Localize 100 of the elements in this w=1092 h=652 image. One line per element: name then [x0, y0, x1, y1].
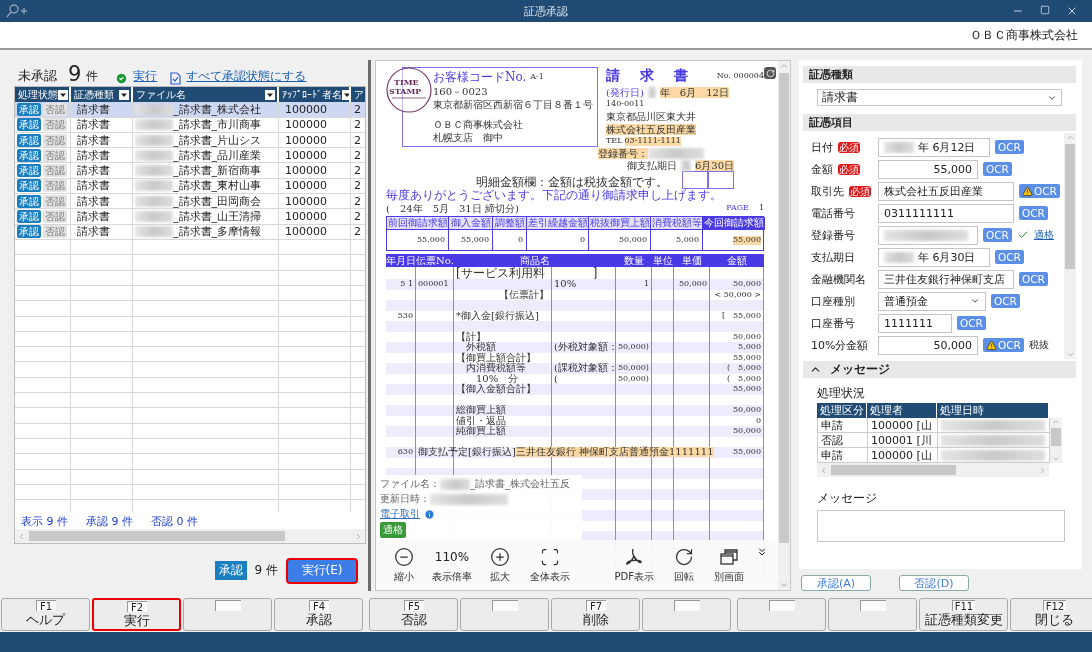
blurred-text	[135, 180, 173, 192]
input-field[interactable]: 年 6月12日	[878, 137, 990, 157]
select-field[interactable]: 請求書	[817, 89, 1062, 106]
input-field[interactable]: 株式会社五反田産業	[878, 181, 1014, 201]
status-toggle[interactable]: 承認	[17, 148, 41, 162]
scrollbar-thumb[interactable]	[29, 531, 286, 541]
scrollbar-thumb[interactable]	[1065, 144, 1075, 269]
status-toggle[interactable]: 承認	[17, 133, 41, 147]
status-toggle[interactable]: 承認	[17, 194, 41, 208]
input-field[interactable]	[878, 225, 978, 245]
run-link[interactable]: 実行	[133, 68, 158, 85]
summary-value: 55,000	[461, 235, 489, 245]
zoom-out-button[interactable]: 縮小	[386, 546, 422, 584]
message-section-header[interactable]: メッセージ	[803, 361, 1076, 378]
column-header[interactable]: ア	[351, 87, 365, 103]
function-key[interactable]	[460, 598, 549, 631]
function-key[interactable]: F2 実行	[92, 598, 181, 631]
verified-link[interactable]: 適格	[1033, 228, 1054, 242]
function-key[interactable]: F5 否認	[369, 598, 458, 631]
column-header[interactable]: ファイル名	[133, 87, 279, 103]
scroll-left-icon[interactable]	[819, 465, 828, 475]
rotate-button[interactable]: 回転	[666, 546, 702, 584]
invoice-text: 55,000	[733, 448, 761, 457]
table-cell: 申請	[818, 418, 868, 433]
scroll-right-icon[interactable]	[1038, 465, 1047, 475]
message-label: メッセージ	[817, 491, 878, 506]
column-header[interactable]: 証憑種類	[71, 87, 133, 103]
status-toggle[interactable]: 承認	[17, 118, 41, 132]
pdf-button[interactable]: PDF表示	[610, 546, 658, 584]
scroll-down-icon[interactable]	[1052, 455, 1060, 463]
count-summary: 承認 9 件	[86, 514, 133, 527]
column-header[interactable]: 処理状態	[15, 87, 71, 103]
info-icon[interactable]	[424, 508, 435, 520]
invoice-text: 外税額	[466, 342, 496, 353]
table-row[interactable]: 承認 否認 請求書 _請求書_株式会社 100000 2	[15, 102, 365, 118]
input-field[interactable]: 0311111111	[878, 203, 1014, 223]
function-key[interactable]	[642, 598, 731, 631]
function-key[interactable]	[828, 598, 917, 631]
status-toggle[interactable]: 承認	[17, 102, 41, 116]
function-key[interactable]	[183, 598, 272, 631]
fit-button[interactable]: 全体表示	[526, 546, 574, 584]
status-toggle[interactable]: 承認	[17, 164, 41, 178]
function-key[interactable]: F1 ヘルプ	[1, 598, 90, 631]
input-field[interactable]: 50,000	[878, 335, 978, 355]
expand-icon[interactable]	[756, 546, 768, 558]
function-key[interactable]: F11 証憑種類変更	[919, 598, 1008, 631]
column-header[interactable]: ｱｯﾌﾟﾛｰﾄﾞ者名	[279, 87, 351, 103]
blurred-text	[135, 226, 173, 238]
filter-icon[interactable]	[119, 89, 129, 100]
scroll-down-icon[interactable]	[1065, 350, 1075, 359]
scroll-up-icon[interactable]	[1065, 133, 1075, 142]
ocr-label: OCR	[998, 141, 1021, 153]
invoice-number: No. 000004	[716, 71, 764, 81]
field-value: 0311111111	[884, 206, 954, 220]
e-transaction-link[interactable]: 電子取引	[380, 507, 420, 521]
field-value: 株式会社五反田産業	[884, 183, 983, 199]
function-key[interactable]: F7 削除	[551, 598, 640, 631]
invoice-text: 140-0011	[606, 100, 646, 109]
scroll-up-icon[interactable]	[1052, 418, 1060, 426]
scroll-left-icon[interactable]	[17, 531, 26, 541]
input-field[interactable]: 55,000	[878, 159, 978, 179]
table-cell: 請求書	[71, 178, 133, 195]
function-key[interactable]	[737, 598, 826, 631]
invoice-text: (発行日)	[606, 87, 644, 98]
input-field[interactable]: 年 6月30日	[878, 247, 990, 267]
scrollbar-thumb[interactable]	[779, 73, 789, 543]
invoice-text: 【伝票計】	[499, 289, 549, 300]
function-key[interactable]: F12 閉じる	[1010, 598, 1092, 631]
input-field[interactable]: 三井住友銀行神保町支店	[878, 269, 1014, 289]
pending-unit: 件	[86, 68, 99, 85]
approve-all-link[interactable]: すべて承認状態にする	[186, 68, 307, 85]
invoice-text: 5,000	[738, 343, 761, 352]
invoice-text: 1	[758, 204, 764, 214]
status-toggle[interactable]: 承認	[17, 225, 41, 239]
approve-button[interactable]: 承認(A)	[801, 575, 871, 591]
scroll-down-icon[interactable]	[779, 580, 789, 590]
table-cell: 100000	[279, 224, 351, 240]
filter-icon[interactable]	[58, 89, 68, 100]
reject-button[interactable]: 否認(D)	[899, 575, 969, 591]
scroll-right-icon[interactable]	[354, 531, 363, 541]
rotate-button[interactable]	[764, 67, 776, 79]
scrollbar-thumb[interactable]	[831, 465, 957, 475]
close-icon[interactable]	[1066, 5, 1078, 17]
input-field[interactable]: 1111111	[878, 313, 952, 333]
function-key[interactable]: F4 承認	[274, 598, 363, 631]
invoice-text: (外税対象額：	[554, 342, 618, 353]
filter-icon[interactable]	[265, 89, 275, 100]
window-button[interactable]: 別画面	[710, 546, 748, 584]
zoom-in-button[interactable]: 拡大	[482, 546, 518, 584]
invoice-text: 総御買上額	[456, 405, 506, 416]
status-toggle[interactable]: 承認	[17, 179, 41, 193]
search-plus-icon[interactable]	[6, 4, 30, 18]
maximize-icon[interactable]	[1040, 5, 1050, 15]
scrollbar-thumb[interactable]	[1051, 428, 1061, 446]
scroll-up-icon[interactable]	[779, 61, 789, 71]
run-button[interactable]: 実行(E)	[286, 557, 358, 584]
scrollbar[interactable]	[1050, 418, 1062, 463]
status-toggle[interactable]: 承認	[17, 210, 41, 223]
message-field[interactable]	[817, 510, 1065, 542]
select-field[interactable]: 普通預金	[878, 291, 986, 311]
